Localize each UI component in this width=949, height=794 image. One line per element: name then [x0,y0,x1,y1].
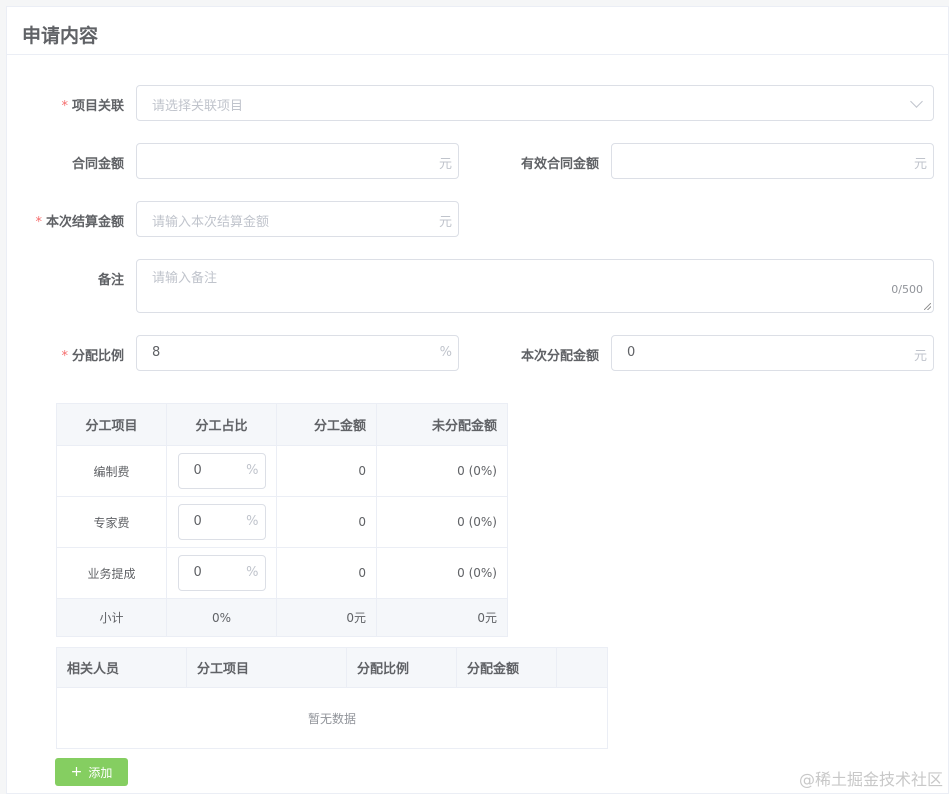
settle-amount-input[interactable]: 请输入本次结算金额 元 [136,201,459,237]
th-split-item: 分工项目 [56,403,167,446]
alloc-amount-label: 本次分配金额 [520,349,599,364]
subtotal-row: 小计 0% 0元 0元 [56,598,508,637]
th-split-item: 分工项目 [186,647,347,688]
th-split-ratio: 分工占比 [166,403,277,446]
th-alloc-amount: 分配金额 [456,647,557,688]
chevron-down-icon [910,95,923,108]
yuan-suffix: 元 [913,157,927,172]
char-count: 0/500 [891,283,923,296]
people-table: 相关人员 分工项目 分配比例 分配金额 暂无数据 [56,647,608,749]
resize-handle[interactable] [924,303,931,310]
split-ratio-input[interactable]: 0% [177,555,266,591]
effective-amount-input[interactable]: 元 [611,143,934,179]
yuan-suffix: 元 [438,157,452,172]
th-unallocated: 未分配金额 [376,403,508,446]
add-button[interactable]: + 添加 [55,758,128,786]
alloc-amount-input[interactable]: 0 元 [611,335,934,371]
empty-text: 暂无数据 [307,711,356,726]
remark-label: 备注 [97,273,124,288]
contract-amount-label: 合同金额 [71,157,124,172]
watermark: @稀土掘金技术社区 [798,770,943,789]
table-row: 专家费 0% 0 0 (0%) [56,496,508,548]
split-ratio-input[interactable]: 0% [177,453,266,489]
effective-amount-label: 有效合同金额 [520,157,599,172]
th-actions [556,647,608,688]
th-person: 相关人员 [56,647,187,688]
table-row: 编制费 0% 0 0 (0%) [56,445,508,497]
contract-amount-input[interactable]: 元 [136,143,459,179]
remark-textarea[interactable]: 请输入备注 0/500 [136,259,934,313]
project-placeholder: 请选择关联项目 [152,99,244,114]
card-header: 申请内容 [7,7,948,55]
th-split-amount: 分工金额 [276,403,377,446]
project-label: * 项目关联 [61,99,124,114]
add-button-label: 添加 [88,765,113,780]
split-ratio-input[interactable]: 0% [177,504,266,540]
th-alloc-ratio: 分配比例 [346,647,457,688]
table-row: 业务提成 0% 0 0 (0%) [56,547,508,599]
yuan-suffix: 元 [438,215,452,230]
ratio-input[interactable]: 8 % [136,335,459,371]
project-select[interactable]: 请选择关联项目 [136,85,934,121]
ratio-label: * 分配比例 [61,349,124,364]
plus-icon: + [70,764,83,780]
card-title: 申请内容 [22,25,99,47]
settle-amount-label: * 本次结算金额 [35,215,124,230]
yuan-suffix: 元 [913,349,927,364]
percent-suffix: % [439,345,452,360]
split-table: 分工项目 分工占比 分工金额 未分配金额 编制费 0% 0 0 (0%) 专家费… [56,403,508,637]
